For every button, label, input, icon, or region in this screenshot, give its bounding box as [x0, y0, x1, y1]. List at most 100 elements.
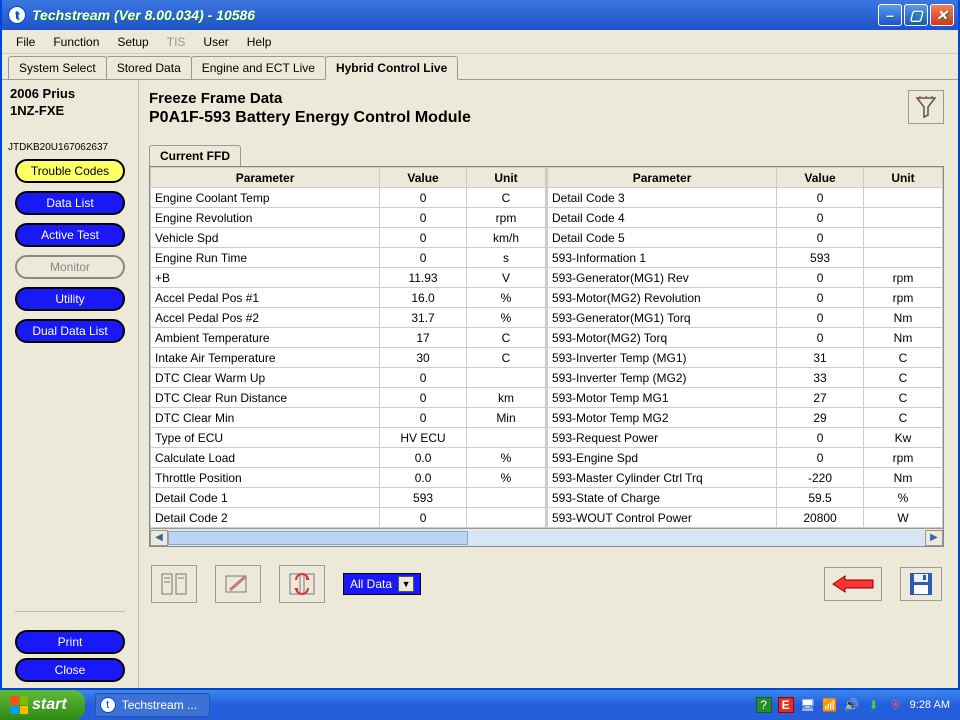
sidebar-button-active-test[interactable]: Active Test [15, 223, 125, 247]
print-button[interactable]: Print [15, 630, 125, 654]
minimize-button[interactable]: – [878, 4, 902, 26]
close-button[interactable]: ✕ [930, 4, 954, 26]
volume-tray-icon[interactable]: 🔊 [844, 697, 860, 713]
toggle-layout-button[interactable] [151, 565, 197, 603]
tab-engine-ect-live[interactable]: Engine and ECT Live [191, 56, 326, 79]
table-row[interactable]: Engine Run Time0s [151, 248, 546, 268]
table-row[interactable]: +B11.93V [151, 268, 546, 288]
window-title: Techstream (Ver 8.00.034) - 10586 [32, 7, 255, 23]
cell-unit: C [466, 348, 545, 368]
pencil-icon [224, 572, 252, 596]
menu-user[interactable]: User [195, 33, 236, 51]
col-value: Value [777, 168, 864, 188]
table-row[interactable]: Calculate Load0.0% [151, 448, 546, 468]
table-row[interactable]: 593-Motor Temp MG127C [548, 388, 943, 408]
scroll-thumb[interactable] [168, 531, 468, 545]
cell-value: 31 [777, 348, 864, 368]
table-row[interactable]: 593-Motor(MG2) Torq0Nm [548, 328, 943, 348]
horizontal-scrollbar[interactable]: ◀ ▶ [150, 528, 943, 546]
table-row[interactable]: Detail Code 30 [548, 188, 943, 208]
filter-button[interactable] [908, 90, 944, 124]
sidebar-button-data-list[interactable]: Data List [15, 191, 125, 215]
table-row[interactable]: DTC Clear Min0Min [151, 408, 546, 428]
shield-tray-icon[interactable]: ⛨ [888, 697, 904, 713]
table-row[interactable]: 593-Motor Temp MG229C [548, 408, 943, 428]
subtab-current-ffd[interactable]: Current FFD [149, 145, 241, 166]
error-tray-icon[interactable]: E [778, 697, 794, 713]
cell-value: 17 [380, 328, 467, 348]
table-row[interactable]: DTC Clear Run Distance0km [151, 388, 546, 408]
scroll-track[interactable] [168, 530, 925, 546]
cell-value: 30 [380, 348, 467, 368]
cell-unit: Nm [863, 468, 942, 488]
table-row[interactable]: Detail Code 1593 [151, 488, 546, 508]
scroll-left-arrow[interactable]: ◀ [150, 530, 168, 546]
table-row[interactable]: Detail Code 20 [151, 508, 546, 528]
app-icon: t [100, 697, 116, 713]
refresh-button[interactable] [279, 565, 325, 603]
cell-parameter: Type of ECU [151, 428, 380, 448]
menu-tis: TIS [159, 33, 194, 51]
tab-hybrid-control-live[interactable]: Hybrid Control Live [325, 56, 458, 80]
table-row[interactable]: Throttle Position0.0% [151, 468, 546, 488]
cell-unit: % [466, 288, 545, 308]
table-row[interactable]: 593-Inverter Temp (MG1)31C [548, 348, 943, 368]
cell-unit: rpm [466, 208, 545, 228]
monitor-tray-icon[interactable]: 🖥 [800, 697, 816, 713]
menu-setup[interactable]: Setup [109, 33, 156, 51]
table-row[interactable]: Accel Pedal Pos #231.7% [151, 308, 546, 328]
table-row[interactable]: 593-State of Charge59.5% [548, 488, 943, 508]
save-button[interactable] [900, 567, 942, 601]
cell-value: 33 [777, 368, 864, 388]
table-row[interactable]: 593-Master Cylinder Ctrl Trq-220Nm [548, 468, 943, 488]
table-row[interactable]: Detail Code 40 [548, 208, 943, 228]
table-row[interactable]: 593-Generator(MG1) Rev0rpm [548, 268, 943, 288]
clock[interactable]: 9:28 AM [910, 699, 950, 711]
table-row[interactable]: 593-Inverter Temp (MG2)33C [548, 368, 943, 388]
menu-file[interactable]: File [8, 33, 43, 51]
sidebar: 2006 Prius 1NZ-FXE JTDKB20U167062637 Tro… [2, 80, 138, 688]
table-row[interactable]: Type of ECUHV ECU [151, 428, 546, 448]
sidebar-button-utility[interactable]: Utility [15, 287, 125, 311]
data-filter-select[interactable]: All Data ▼ [343, 573, 421, 595]
cell-parameter: 593-Motor Temp MG2 [548, 408, 777, 428]
table-row[interactable]: 593-Generator(MG1) Torq0Nm [548, 308, 943, 328]
back-button[interactable] [824, 567, 882, 601]
scroll-right-arrow[interactable]: ▶ [925, 530, 943, 546]
taskbar-app[interactable]: t Techstream ... [95, 693, 210, 717]
sidebar-button-trouble-codes[interactable]: Trouble Codes [15, 159, 125, 183]
table-row[interactable]: DTC Clear Warm Up0 [151, 368, 546, 388]
usb-tray-icon[interactable]: ⬇ [866, 697, 882, 713]
menu-help[interactable]: Help [239, 33, 280, 51]
tab-system-select[interactable]: System Select [8, 56, 107, 79]
table-row[interactable]: 593-WOUT Control Power20800W [548, 508, 943, 528]
table-row[interactable]: 593-Motor(MG2) Revolution0rpm [548, 288, 943, 308]
table-row[interactable]: 593-Request Power0Kw [548, 428, 943, 448]
cell-parameter: 593-Inverter Temp (MG2) [548, 368, 777, 388]
table-row[interactable]: Vehicle Spd0km/h [151, 228, 546, 248]
note-button[interactable] [215, 565, 261, 603]
table-row[interactable]: Engine Revolution0rpm [151, 208, 546, 228]
cell-value: 31.7 [380, 308, 467, 328]
table-row[interactable]: Intake Air Temperature30C [151, 348, 546, 368]
cell-value: 0 [777, 228, 864, 248]
title-bar[interactable]: t Techstream (Ver 8.00.034) - 10586 – ▢ … [2, 0, 958, 30]
sidebar-button-dual-data-list[interactable]: Dual Data List [15, 319, 125, 343]
network-tray-icon[interactable]: 📶 [822, 697, 838, 713]
table-row[interactable]: 593-Engine Spd0rpm [548, 448, 943, 468]
cell-unit: % [863, 488, 942, 508]
cell-parameter: Detail Code 3 [548, 188, 777, 208]
close-panel-button[interactable]: Close [15, 658, 125, 682]
vehicle-model: 2006 Prius [6, 86, 75, 103]
table-row[interactable]: Accel Pedal Pos #116.0% [151, 288, 546, 308]
start-button[interactable]: start [0, 690, 85, 720]
table-row[interactable]: Engine Coolant Temp0C [151, 188, 546, 208]
table-row[interactable]: Detail Code 50 [548, 228, 943, 248]
help-tray-icon[interactable]: ? [756, 697, 772, 713]
cell-parameter: Detail Code 4 [548, 208, 777, 228]
menu-function[interactable]: Function [45, 33, 107, 51]
maximize-button[interactable]: ▢ [904, 4, 928, 26]
table-row[interactable]: Ambient Temperature17C [151, 328, 546, 348]
tab-stored-data[interactable]: Stored Data [106, 56, 192, 79]
table-row[interactable]: 593-Information 1593 [548, 248, 943, 268]
